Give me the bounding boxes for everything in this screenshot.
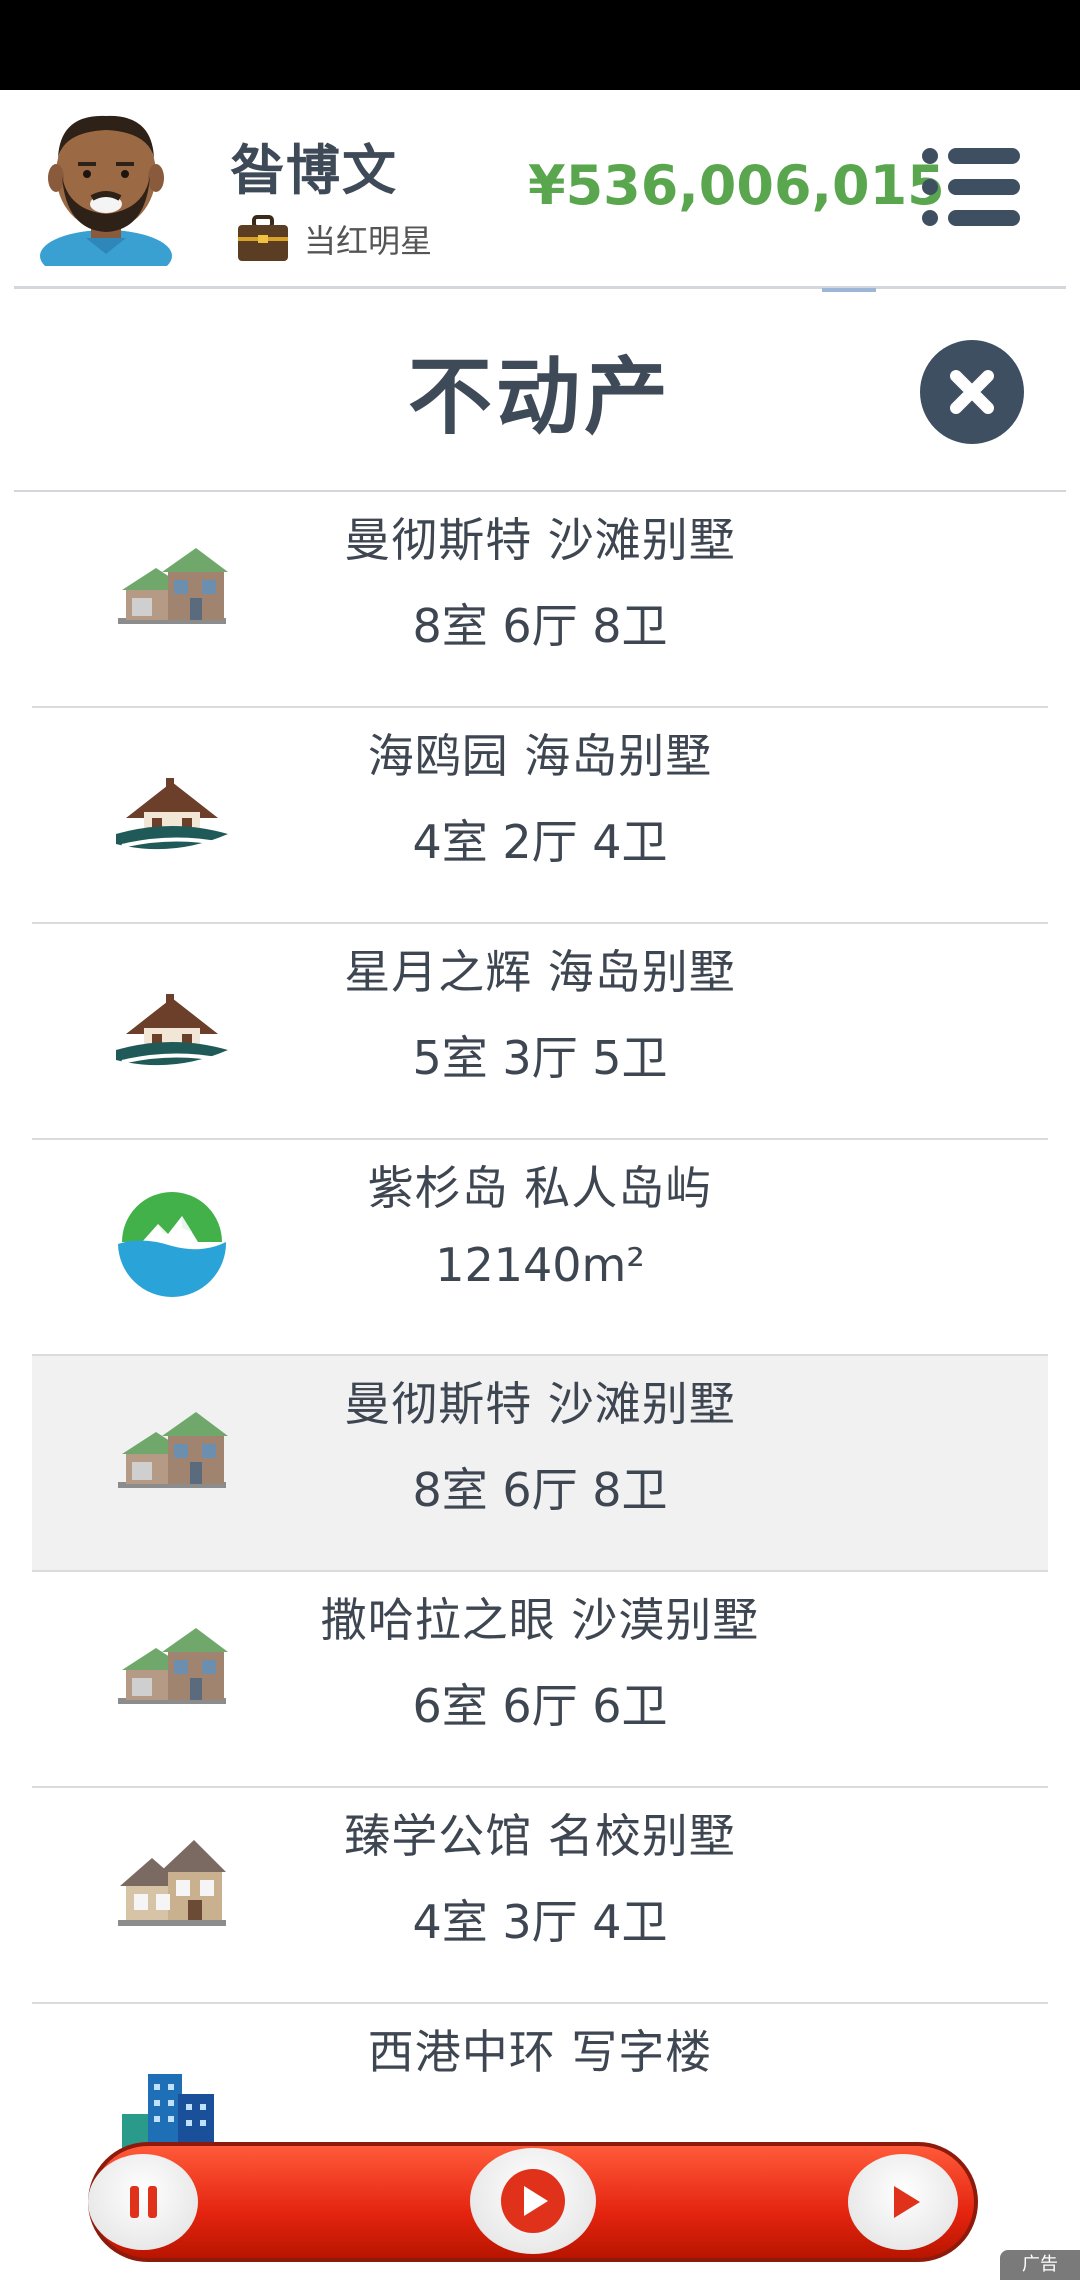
property-name: 臻学公馆 名校别墅 (344, 1809, 736, 1863)
property-name: 海鸥园 海岛别墅 (367, 729, 713, 783)
property-detail: 12140m² (435, 1238, 645, 1292)
property-item[interactable]: 海鸥园 海岛别墅 4室 2厅 4卫 (32, 708, 1048, 924)
ad-label: 广告 (1000, 2250, 1080, 2280)
property-detail: 8室 6厅 8卫 (412, 1463, 668, 1517)
video-play-icon (501, 2169, 565, 2233)
property-detail: 8室 6厅 8卫 (412, 599, 668, 653)
property-list: 曼彻斯特 沙滩别墅 8室 6厅 8卫 海鸥园 海岛别墅 4室 2厅 4卫 星月之… (32, 492, 1048, 2218)
property-item[interactable]: 曼彻斯特 沙滩别墅 8室 6厅 8卫 (32, 1356, 1048, 1572)
player-header: 昝博文 当红明星 ¥536,006,015 (0, 90, 1080, 286)
play-icon (894, 2186, 920, 2218)
property-detail: 6室 6厅 6卫 (412, 1679, 668, 1733)
panel-title: 不动产 (407, 348, 672, 446)
pause-icon (130, 2186, 157, 2218)
property-item[interactable]: 紫杉岛 私人岛屿 12140m² (32, 1140, 1048, 1356)
ad-banner[interactable] (88, 2142, 978, 2262)
money-balance: ¥536,006,015 (528, 154, 945, 217)
pause-button[interactable] (88, 2154, 198, 2250)
player-name: 昝博文 (230, 139, 398, 202)
job-title: 当红明星 (304, 222, 433, 260)
property-name: 撒哈拉之眼 沙漠别墅 (320, 1593, 760, 1647)
header-divider (14, 286, 1066, 289)
property-name: 西港中环 写字楼 (367, 2025, 713, 2079)
tab-indicator (822, 288, 876, 292)
property-name: 曼彻斯特 沙滩别墅 (344, 513, 736, 567)
property-item[interactable]: 撒哈拉之眼 沙漠别墅 6室 6厅 6卫 (32, 1572, 1048, 1788)
property-name: 曼彻斯特 沙滩别墅 (344, 1377, 736, 1431)
property-item[interactable]: 曼彻斯特 沙滩别墅 8室 6厅 8卫 (32, 492, 1048, 708)
property-detail: 4室 3厅 4卫 (412, 1895, 668, 1949)
property-item[interactable]: 星月之辉 海岛别墅 5室 3厅 5卫 (32, 924, 1048, 1140)
video-button[interactable] (470, 2148, 596, 2254)
close-icon (950, 370, 994, 414)
property-name: 星月之辉 海岛别墅 (344, 945, 736, 999)
menu-icon[interactable] (920, 144, 1024, 230)
property-detail: 5室 3厅 5卫 (412, 1031, 668, 1085)
briefcase-icon (238, 215, 288, 261)
job-info: 当红明星 (236, 214, 432, 264)
close-button[interactable] (920, 340, 1024, 444)
status-bar (0, 0, 1080, 90)
player-avatar[interactable] (36, 106, 176, 266)
property-name: 紫杉岛 私人岛屿 (367, 1161, 713, 1215)
property-item[interactable]: 臻学公馆 名校别墅 4室 3厅 4卫 (32, 1788, 1048, 2004)
property-detail: 4室 2厅 4卫 (412, 815, 668, 869)
play-button[interactable] (848, 2154, 958, 2250)
